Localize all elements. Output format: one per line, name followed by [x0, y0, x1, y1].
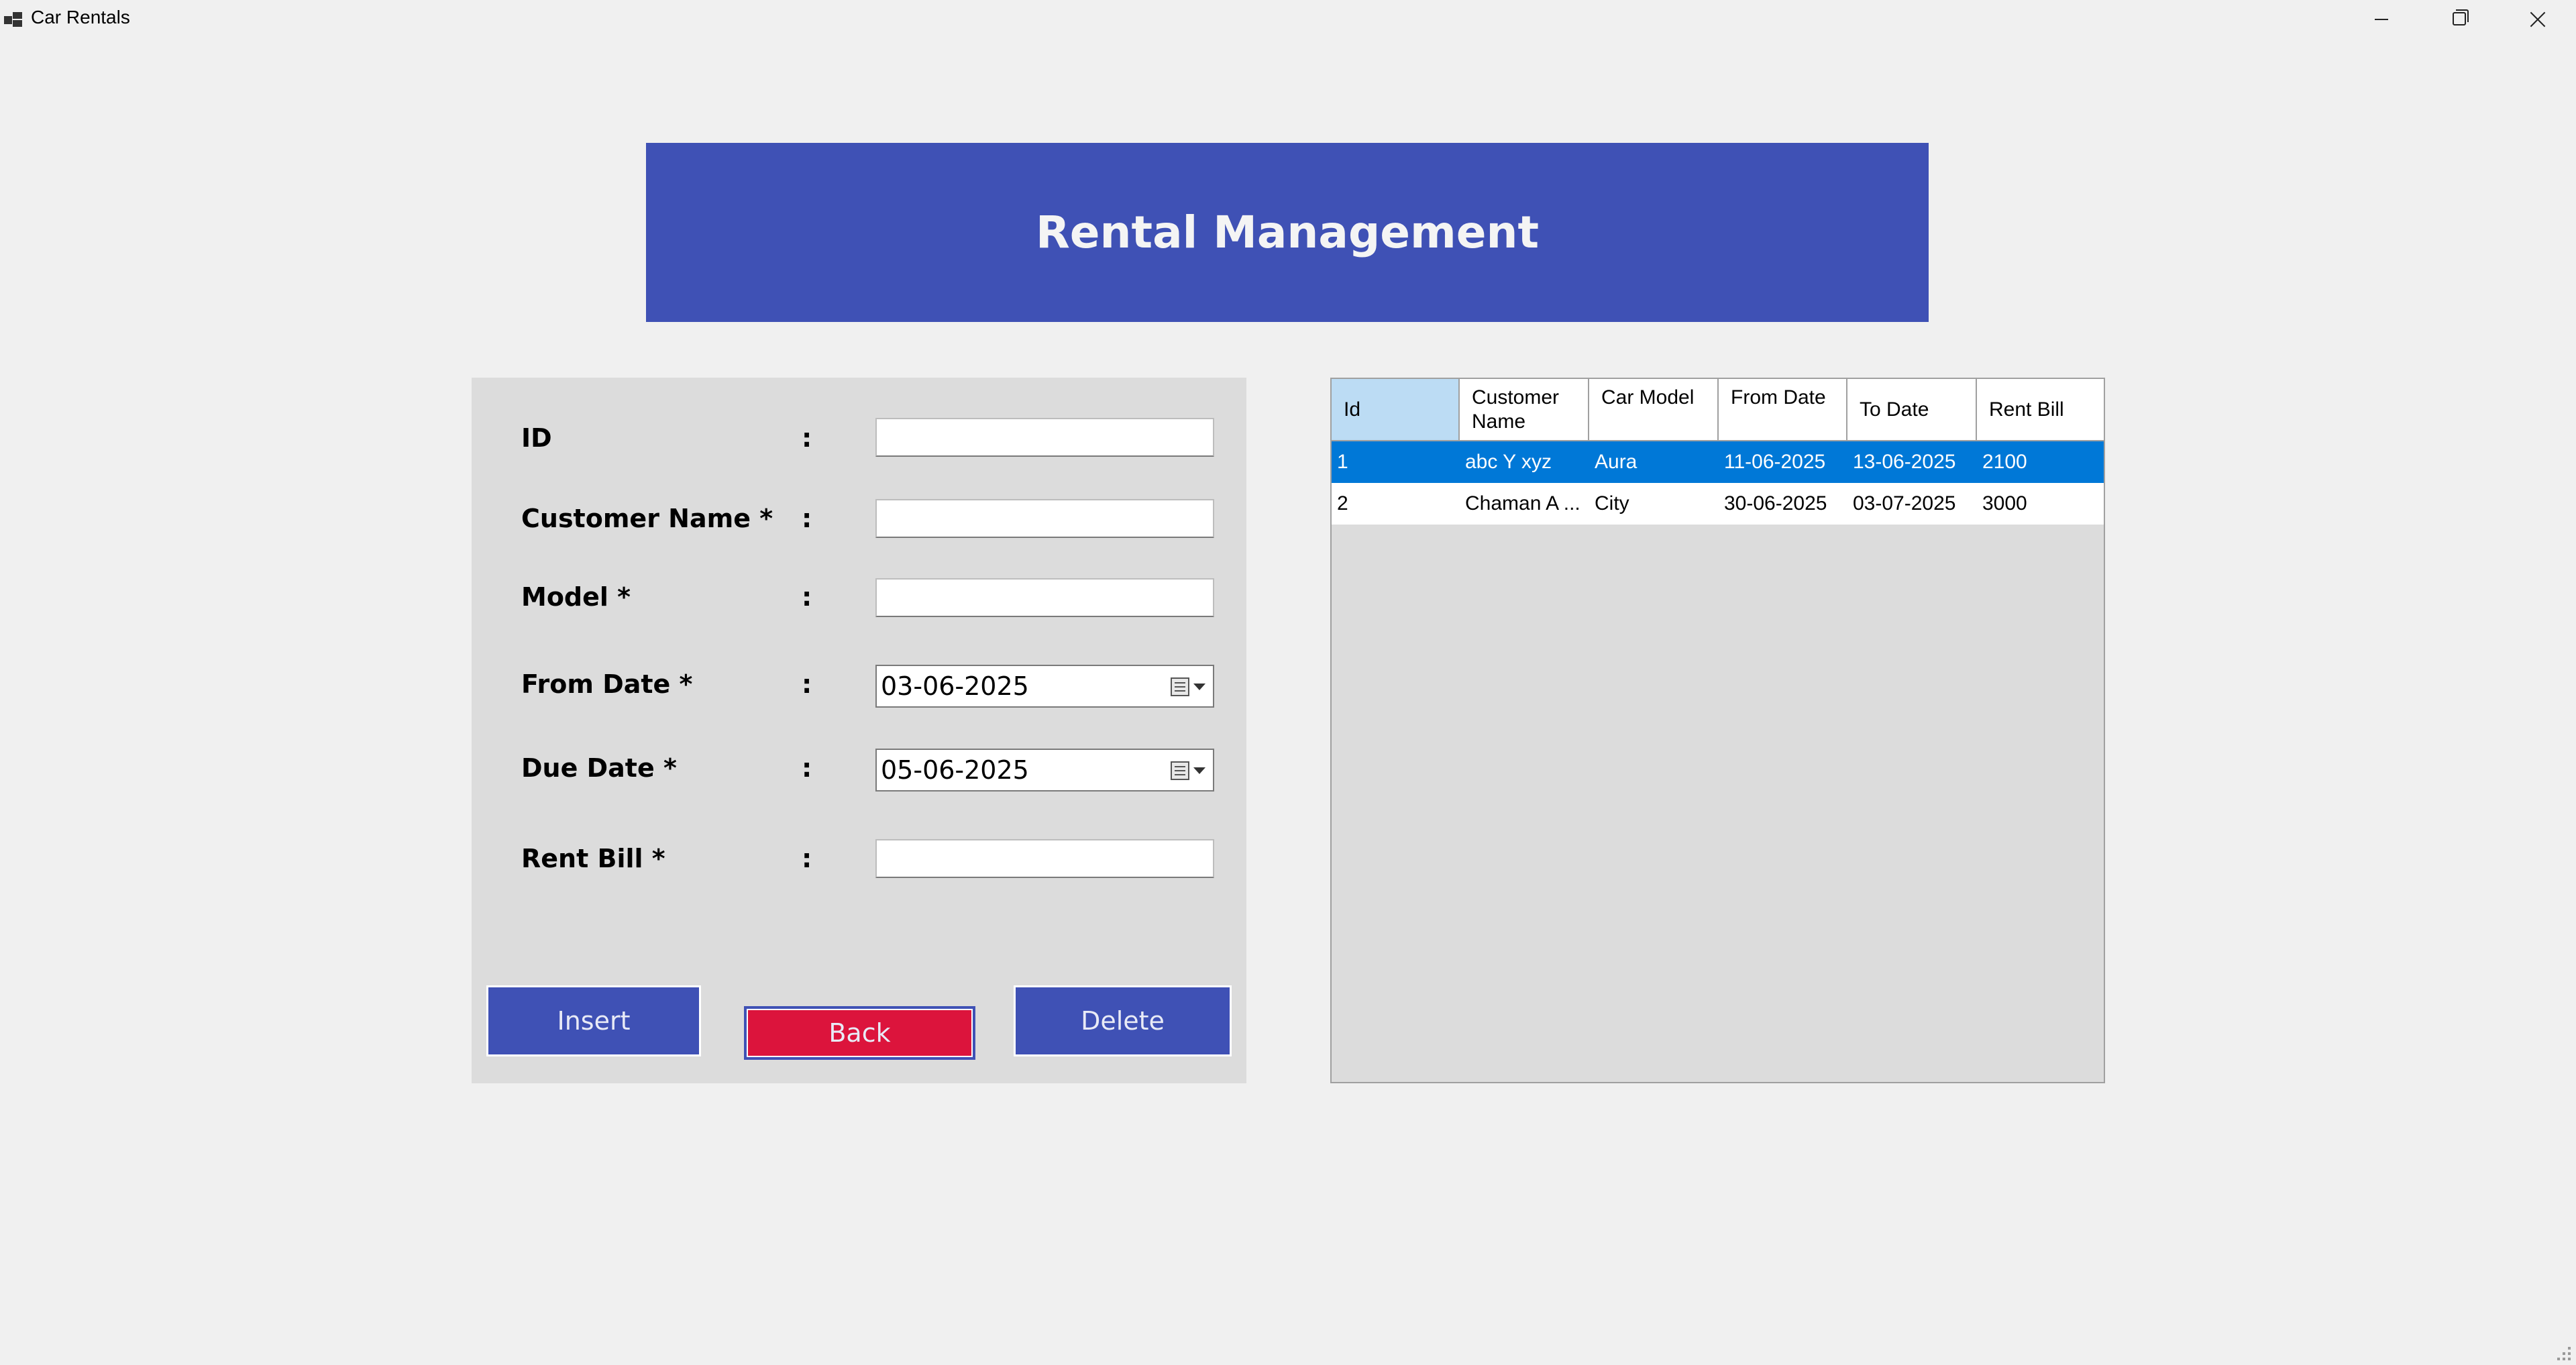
grid-header: Id Customer Name Car Model From Date To … [1332, 379, 2104, 441]
close-button[interactable] [2497, 0, 2575, 39]
cell-id: 1 [1337, 451, 1348, 473]
back-button[interactable]: Back [744, 1006, 975, 1060]
insert-button[interactable]: Insert [486, 985, 701, 1056]
column-header-rent-bill[interactable]: Rent Bill [1977, 379, 2104, 441]
cell-id: 2 [1337, 492, 1348, 514]
column-header-customer-name[interactable]: Customer Name [1460, 379, 1589, 441]
rent-bill-label: Rent Bill * [521, 844, 665, 873]
cell-rent-bill: 3000 [1982, 492, 2027, 514]
page-title: Rental Management [1035, 207, 1540, 258]
customer-name-label: Customer Name * [521, 504, 773, 533]
cell-rent-bill: 2100 [1982, 451, 2027, 473]
cell-to-date: 03-07-2025 [1853, 492, 1956, 514]
cell-from-date: 30-06-2025 [1724, 492, 1827, 514]
calendar-icon[interactable] [1171, 761, 1189, 780]
id-label: ID [521, 423, 552, 453]
minimize-button[interactable] [2341, 0, 2419, 39]
restore-icon [2453, 9, 2469, 25]
close-icon [2529, 11, 2546, 28]
from-date-picker[interactable]: 03-06-2025 [875, 665, 1214, 708]
from-date-value: 03-06-2025 [881, 671, 1029, 701]
id-colon: : [802, 423, 812, 453]
id-input[interactable] [875, 418, 1214, 457]
table-row[interactable]: 2 Chaman A ... City 30-06-2025 03-07-202… [1332, 483, 2104, 525]
cell-car-model: City [1595, 492, 1629, 514]
restore-button[interactable] [2419, 0, 2497, 39]
customer-name-colon: : [802, 504, 812, 533]
from-date-label: From Date * [521, 669, 693, 699]
header-banner: Rental Management [646, 143, 1929, 322]
chevron-down-icon[interactable] [1193, 767, 1205, 774]
model-label: Model * [521, 582, 631, 612]
rentals-grid[interactable]: Id Customer Name Car Model From Date To … [1330, 378, 2105, 1083]
customer-name-input[interactable] [875, 499, 1214, 538]
delete-button[interactable]: Delete [1014, 985, 1232, 1056]
resize-grip[interactable] [2557, 1347, 2572, 1362]
minimize-icon [2375, 19, 2388, 20]
calendar-icon[interactable] [1171, 677, 1189, 696]
column-header-to-date[interactable]: To Date [1847, 379, 1977, 441]
rent-bill-colon: : [802, 844, 812, 873]
app-icon [4, 9, 24, 30]
model-colon: : [802, 582, 812, 612]
rental-form: ID : Customer Name * : Model * : From Da… [472, 378, 1246, 1083]
cell-customer-name: abc Y xyz [1465, 451, 1552, 473]
due-date-label: Due Date * [521, 753, 677, 783]
cell-car-model: Aura [1595, 451, 1638, 473]
window-title: Car Rentals [31, 7, 130, 28]
column-header-car-model[interactable]: Car Model [1589, 379, 1719, 441]
due-date-picker[interactable]: 05-06-2025 [875, 749, 1214, 791]
title-bar: Car Rentals [0, 0, 2576, 39]
column-header-id[interactable]: Id [1332, 379, 1460, 441]
due-date-colon: : [802, 753, 812, 783]
chevron-down-icon[interactable] [1193, 684, 1205, 690]
cell-customer-name: Chaman A ... [1465, 492, 1580, 514]
due-date-value: 05-06-2025 [881, 755, 1029, 785]
model-input[interactable] [875, 578, 1214, 617]
rent-bill-input[interactable] [875, 839, 1214, 878]
column-header-from-date[interactable]: From Date [1719, 379, 1847, 441]
from-date-colon: : [802, 669, 812, 699]
cell-from-date: 11-06-2025 [1724, 451, 1826, 473]
cell-to-date: 13-06-2025 [1853, 451, 1956, 473]
table-row[interactable]: 1 abc Y xyz Aura 11-06-2025 13-06-2025 2… [1332, 441, 2104, 483]
